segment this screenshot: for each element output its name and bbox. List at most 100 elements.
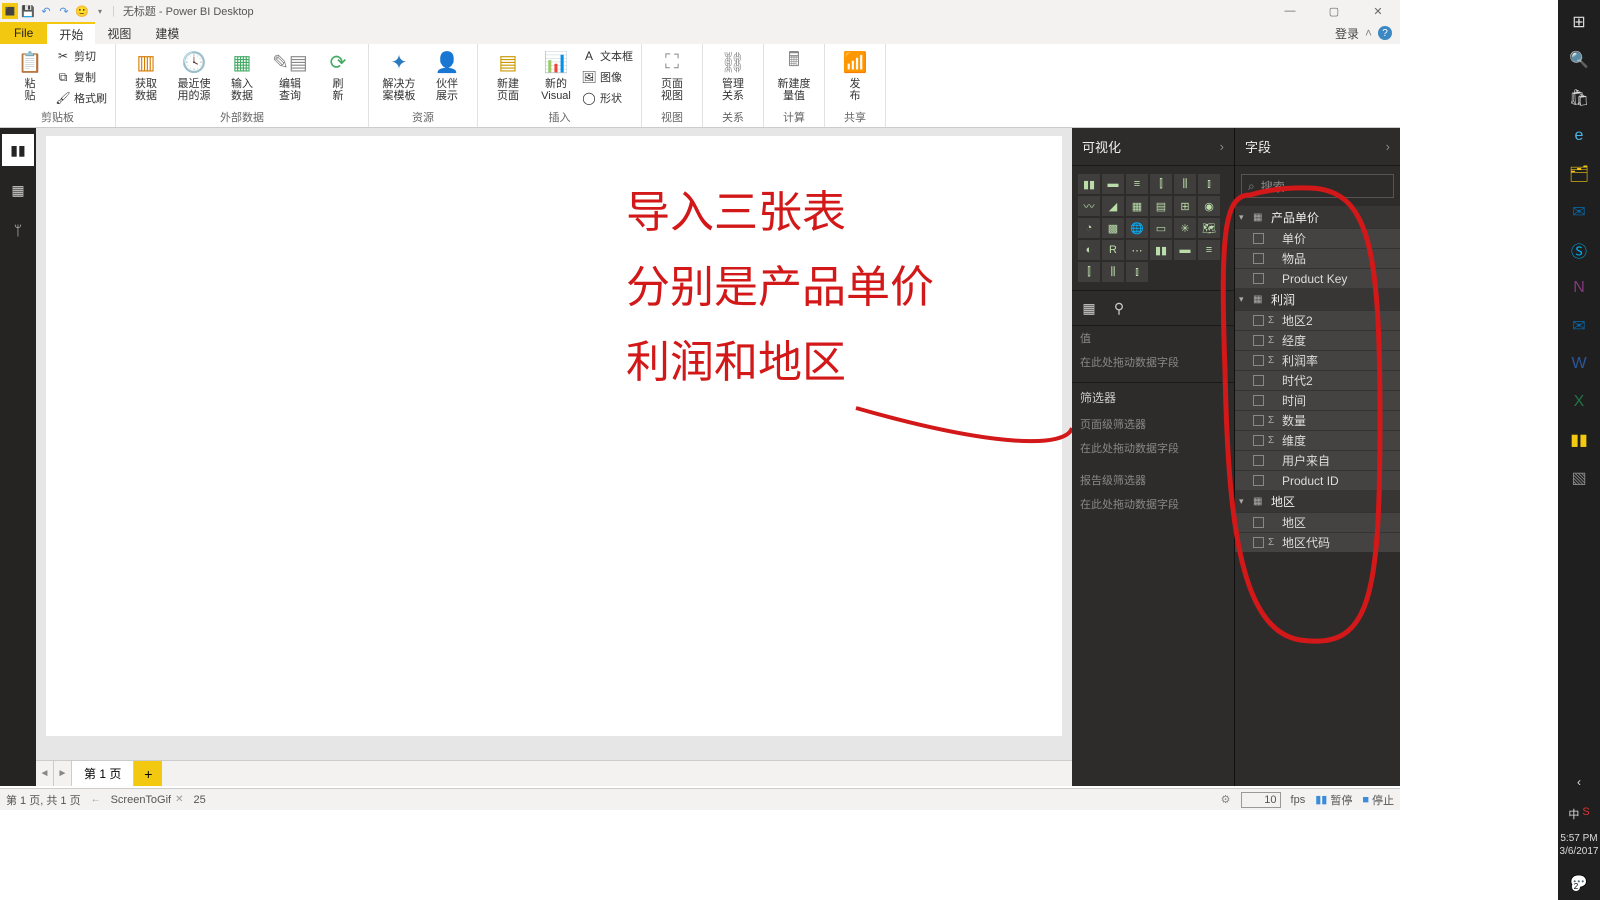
field-checkbox[interactable] (1253, 375, 1264, 386)
powerbi-icon[interactable]: ▮▮ (1560, 422, 1598, 458)
viz-type-icon[interactable]: ⫾ (1126, 262, 1148, 282)
fields-header[interactable]: 字段 › (1235, 128, 1400, 166)
tab-home[interactable]: 开始 (47, 22, 95, 44)
undo-icon[interactable]: ↶ (38, 3, 54, 19)
field-item[interactable]: Σ维度 (1235, 430, 1400, 450)
viz-type-icon[interactable]: 🗺 (1198, 218, 1220, 238)
qat-dropdown-icon[interactable]: ▾ (92, 3, 108, 19)
viz-type-icon[interactable]: ≡ (1126, 174, 1148, 194)
recent-sources-button[interactable]: 🕓最近使 用的源 (172, 46, 216, 102)
viz-type-icon[interactable]: ⫿ (1150, 174, 1172, 194)
store-icon[interactable]: 🛍 (1560, 80, 1598, 116)
chevron-up-icon[interactable]: ‹ (1560, 764, 1598, 800)
field-checkbox[interactable] (1253, 455, 1264, 466)
model-view-button[interactable]: ᛘ (2, 214, 34, 246)
search-icon[interactable]: 🔍 (1560, 42, 1598, 78)
field-item[interactable]: 用户来自 (1235, 450, 1400, 470)
publish-button[interactable]: 📶发 布 (833, 46, 877, 102)
notifications-icon[interactable]: 💬2 (1560, 864, 1598, 900)
field-checkbox[interactable] (1253, 253, 1264, 264)
skype-icon[interactable]: Ⓢ (1560, 232, 1598, 268)
gear-icon[interactable]: ⚙ (1221, 793, 1231, 806)
enter-data-button[interactable]: ▦输入 数据 (220, 46, 264, 102)
viz-type-icon[interactable]: ▮▮ (1150, 240, 1172, 260)
field-table-header[interactable]: ▾▦产品单价 (1235, 206, 1400, 228)
onenote-icon[interactable]: N (1560, 270, 1598, 306)
field-checkbox[interactable] (1253, 273, 1264, 284)
field-checkbox[interactable] (1253, 415, 1264, 426)
file-tab[interactable]: File (0, 22, 47, 44)
field-checkbox[interactable] (1253, 537, 1264, 548)
help-icon[interactable]: ? (1378, 26, 1392, 40)
field-checkbox[interactable] (1253, 395, 1264, 406)
field-item[interactable]: Product ID (1235, 470, 1400, 490)
signin-link[interactable]: 登录 (1335, 25, 1359, 42)
stop-button[interactable]: ■停止 (1362, 792, 1394, 808)
solution-templates-button[interactable]: ✦解决方 案模板 (377, 46, 421, 102)
field-item[interactable]: Product Key (1235, 268, 1400, 288)
partner-showcase-button[interactable]: 👤伙伴 展示 (425, 46, 469, 102)
cut-button[interactable]: ✂剪切 (56, 46, 107, 66)
field-item[interactable]: Σ利润率 (1235, 350, 1400, 370)
viz-type-icon[interactable]: ⫾ (1198, 174, 1220, 194)
data-view-button[interactable]: ▦ (2, 174, 34, 206)
viz-type-icon[interactable]: ◉ (1198, 196, 1220, 216)
field-item[interactable]: Σ数量 (1235, 410, 1400, 430)
copy-button[interactable]: ⧉复制 (56, 67, 107, 87)
language-indicator[interactable]: 中S (1568, 802, 1589, 826)
viz-type-icon[interactable]: ▬ (1102, 174, 1124, 194)
viz-type-icon[interactable]: ⋯ (1126, 240, 1148, 260)
field-table-header[interactable]: ▾▦地区 (1235, 490, 1400, 512)
field-item[interactable]: 时代2 (1235, 370, 1400, 390)
taskbar-clock[interactable]: 5:57 PM 3/6/2017 (1560, 828, 1599, 862)
face-icon[interactable]: 🙂 (74, 3, 90, 19)
field-checkbox[interactable] (1253, 517, 1264, 528)
viz-type-icon[interactable]: ⫼ (1102, 262, 1124, 282)
page-prev-button[interactable]: ◄ (36, 761, 54, 786)
format-painter-button[interactable]: 🖌格式刷 (56, 88, 107, 108)
minimize-button[interactable]: — (1268, 0, 1312, 22)
field-checkbox[interactable] (1253, 335, 1264, 346)
get-data-button[interactable]: ▥获取 数据 (124, 46, 168, 102)
start-icon[interactable]: ⊞ (1560, 4, 1598, 40)
field-item[interactable]: Σ地区代码 (1235, 532, 1400, 552)
pause-button[interactable]: ▮▮暂停 (1315, 792, 1352, 808)
page-next-button[interactable]: ► (54, 761, 72, 786)
new-page-button[interactable]: ▤新建 页面 (486, 46, 530, 102)
save-icon[interactable]: 💾 (20, 3, 36, 19)
shapes-button[interactable]: ◯形状 (582, 88, 633, 108)
field-checkbox[interactable] (1253, 475, 1264, 486)
field-item[interactable]: 单价 (1235, 228, 1400, 248)
image-button[interactable]: 🖼图像 (582, 67, 633, 87)
report-canvas[interactable]: 导入三张表 分别是产品单价 利润和地区 (46, 136, 1062, 736)
viz-type-icon[interactable]: ⫿ (1078, 262, 1100, 282)
add-page-button[interactable]: + (134, 761, 162, 786)
viz-type-icon[interactable]: ▦ (1126, 196, 1148, 216)
viz-type-icon[interactable]: 〰 (1078, 196, 1100, 216)
explorer-icon[interactable]: 🗂 (1560, 156, 1598, 192)
viz-type-icon[interactable]: ▭ (1150, 218, 1172, 238)
field-item[interactable]: Σ地区2 (1235, 310, 1400, 330)
manage-relationships-button[interactable]: ⛓管理 关系 (711, 46, 755, 102)
viz-type-icon[interactable]: ◢ (1102, 196, 1124, 216)
visualizations-header[interactable]: 可视化 › (1072, 128, 1234, 166)
redo-icon[interactable]: ↷ (56, 3, 72, 19)
field-item[interactable]: 时间 (1235, 390, 1400, 410)
viz-type-icon[interactable]: ▮▮ (1078, 174, 1100, 194)
field-checkbox[interactable] (1253, 435, 1264, 446)
visio-icon[interactable]: ▧ (1560, 460, 1598, 496)
refresh-button[interactable]: ⟳刷 新 (316, 46, 360, 102)
field-checkbox[interactable] (1253, 355, 1264, 366)
field-table-header[interactable]: ▾▦利润 (1235, 288, 1400, 310)
viz-type-icon[interactable]: ◔ (1078, 218, 1100, 238)
fps-input[interactable]: 10 (1241, 792, 1281, 808)
outlook2-icon[interactable]: ✉ (1560, 308, 1598, 344)
collapse-ribbon-icon[interactable]: ˄ (1365, 26, 1372, 40)
viz-type-icon[interactable]: ⊞ (1174, 196, 1196, 216)
word-icon[interactable]: W (1560, 346, 1598, 382)
viz-type-icon[interactable]: R (1102, 240, 1124, 260)
paste-button[interactable]: 📋粘 贴 (8, 46, 52, 102)
viz-type-icon[interactable]: ≡ (1198, 240, 1220, 260)
viz-type-icon[interactable]: ◐ (1078, 240, 1100, 260)
close-button[interactable]: ✕ (1356, 0, 1400, 22)
